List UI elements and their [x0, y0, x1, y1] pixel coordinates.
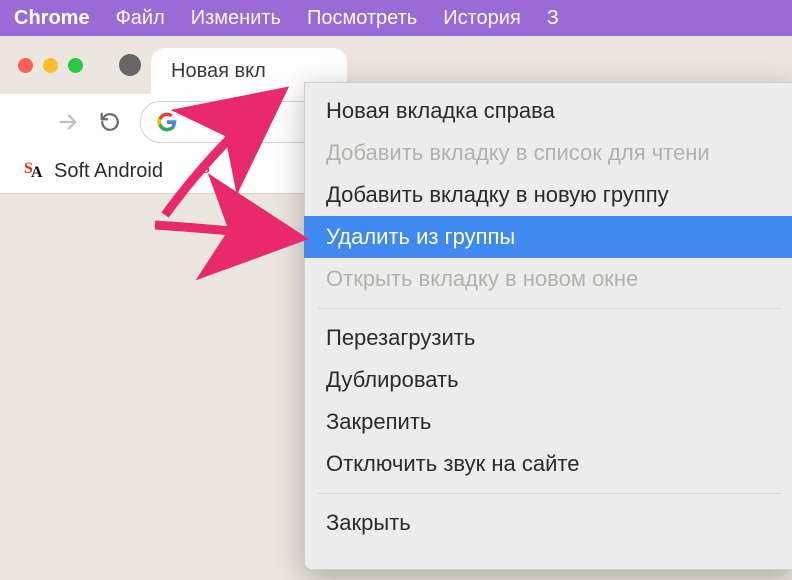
ctx-item-label: Добавить вкладку в новую группу [326, 182, 669, 208]
menubar-item-view[interactable]: Посмотреть [307, 7, 417, 30]
ctx-remove-from-group[interactable]: Удалить из группы [304, 216, 792, 258]
ctx-item-label: Отключить звук на сайте [326, 451, 579, 477]
window-zoom-button[interactable] [68, 58, 83, 73]
window-close-button[interactable] [18, 58, 33, 73]
google-icon [157, 112, 177, 132]
ctx-reload[interactable]: Перезагрузить [304, 317, 792, 359]
ctx-separator [318, 308, 782, 309]
ctx-close[interactable]: Закрыть [304, 502, 792, 544]
bookmark-favicon: SA [24, 161, 44, 181]
menubar-item-cut[interactable]: З [547, 7, 559, 30]
menubar-item-history[interactable]: История [443, 7, 521, 30]
ctx-new-tab-right[interactable]: Новая вкладка справа [304, 90, 792, 132]
ctx-pin[interactable]: Закрепить [304, 401, 792, 443]
ctx-item-label: Дублировать [326, 367, 459, 393]
tab-context-menu: Новая вкладка справа Добавить вкладку в … [304, 82, 792, 570]
bookmark-item[interactable]: Soft Android [54, 160, 163, 183]
macos-menubar: Chrome Файл Изменить Посмотреть История … [0, 0, 792, 36]
ctx-item-label: Перезагрузить [326, 325, 475, 351]
ctx-item-label: Открыть вкладку в новом окне [326, 266, 638, 292]
ctx-add-to-new-group[interactable]: Добавить вкладку в новую группу [304, 174, 792, 216]
ctx-add-to-reading-list: Добавить вкладку в список для чтени [304, 132, 792, 174]
ctx-item-label: Добавить вкладку в список для чтени [326, 140, 710, 166]
forward-icon[interactable] [56, 110, 80, 134]
ctx-separator [318, 493, 782, 494]
menubar-app-name[interactable]: Chrome [14, 7, 90, 30]
menubar-item-edit[interactable]: Изменить [191, 7, 281, 30]
ctx-mute-site[interactable]: Отключить звук на сайте [304, 443, 792, 485]
menubar-item-file[interactable]: Файл [116, 7, 165, 30]
reload-icon[interactable] [98, 110, 122, 134]
ctx-item-label: Удалить из группы [326, 224, 515, 250]
ctx-item-label: Закрыть [326, 510, 411, 536]
tab-title: Новая вкл [171, 60, 266, 83]
tab-group-indicator[interactable] [119, 54, 141, 76]
ctx-duplicate[interactable]: Дублировать [304, 359, 792, 401]
ctx-open-in-new-window: Открыть вкладку в новом окне [304, 258, 792, 300]
bookmark-favicon: S [201, 161, 221, 181]
ctx-item-label: Закрепить [326, 409, 431, 435]
window-traffic-lights [18, 58, 83, 73]
ctx-item-label: Новая вкладка справа [326, 98, 555, 124]
window-minimize-button[interactable] [43, 58, 58, 73]
